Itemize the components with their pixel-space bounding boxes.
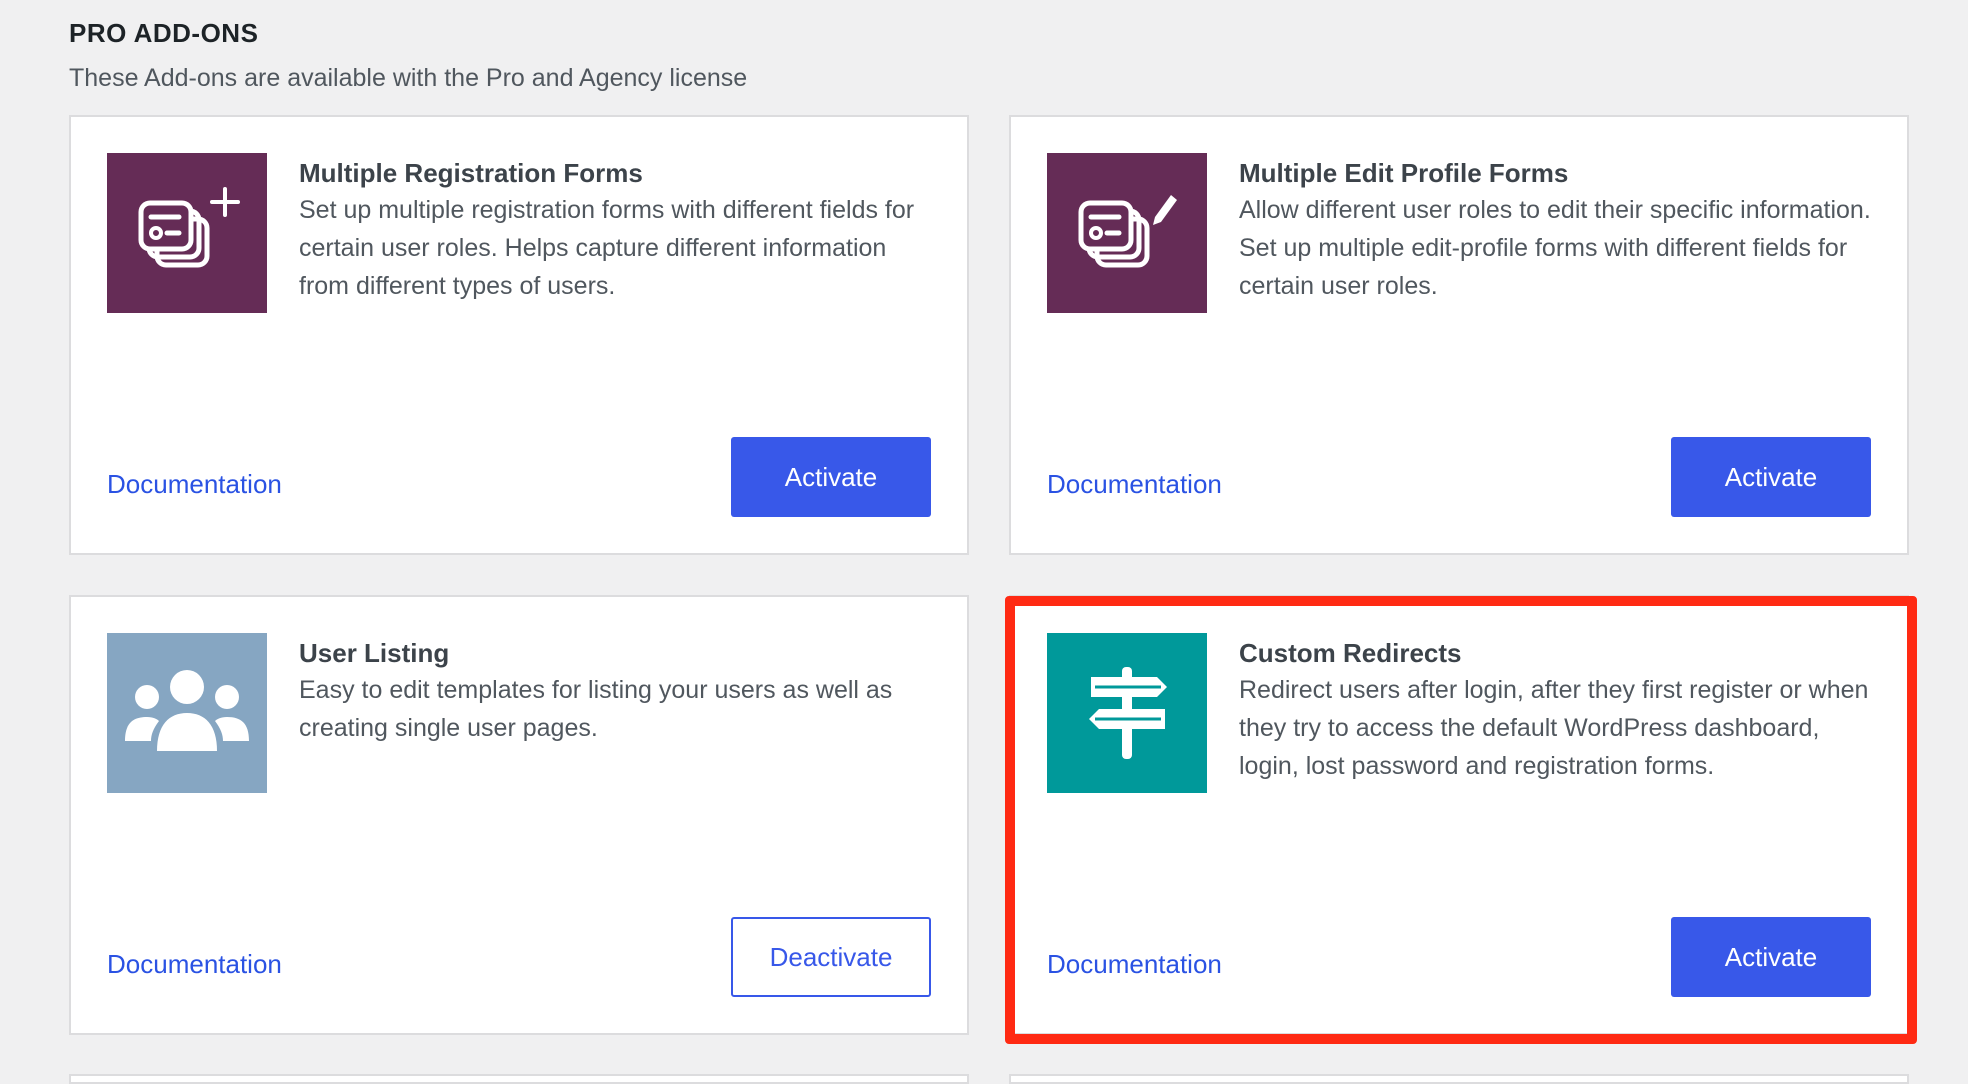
addon-card-multiple-registration-forms: Multiple Registration Forms Set up multi…: [69, 115, 969, 555]
documentation-link[interactable]: Documentation: [1047, 469, 1222, 499]
next-card-top: [1009, 1074, 1909, 1084]
addon-card-custom-redirects: Custom Redirects Redirect users after lo…: [1009, 595, 1909, 1035]
addon-card-multiple-edit-profile-forms: Multiple Edit Profile Forms Allow differ…: [1009, 115, 1909, 555]
section-subtitle: These Add-ons are available with the Pro…: [69, 64, 748, 92]
deactivate-button[interactable]: Deactivate: [731, 917, 931, 997]
documentation-link[interactable]: Documentation: [107, 949, 282, 979]
section-title: PRO ADD-ONS: [69, 18, 259, 48]
addon-title: Custom Redirects: [1239, 638, 1462, 668]
addon-title: Multiple Registration Forms: [299, 158, 643, 188]
activate-button[interactable]: Activate: [731, 437, 931, 517]
registration-form-plus-icon: [107, 153, 267, 313]
next-card-top: [69, 1074, 969, 1084]
user-group-icon: [107, 633, 267, 793]
addon-description: Set up multiple registration forms with …: [299, 196, 915, 300]
activate-button[interactable]: Activate: [1671, 917, 1871, 997]
addon-description: Redirect users after login, after they f…: [1239, 676, 1869, 780]
signpost-icon: [1047, 633, 1207, 793]
addon-title: User Listing: [299, 638, 450, 668]
addon-description: Easy to edit templates for listing your …: [299, 676, 893, 742]
addon-description: Allow different user roles to edit their…: [1239, 196, 1871, 300]
addon-card-user-listing: User Listing Easy to edit templates for …: [69, 595, 969, 1035]
activate-button[interactable]: Activate: [1671, 437, 1871, 517]
documentation-link[interactable]: Documentation: [107, 469, 282, 499]
addon-title: Multiple Edit Profile Forms: [1239, 158, 1569, 188]
edit-profile-form-pencil-icon: [1047, 153, 1207, 313]
documentation-link[interactable]: Documentation: [1047, 949, 1222, 979]
